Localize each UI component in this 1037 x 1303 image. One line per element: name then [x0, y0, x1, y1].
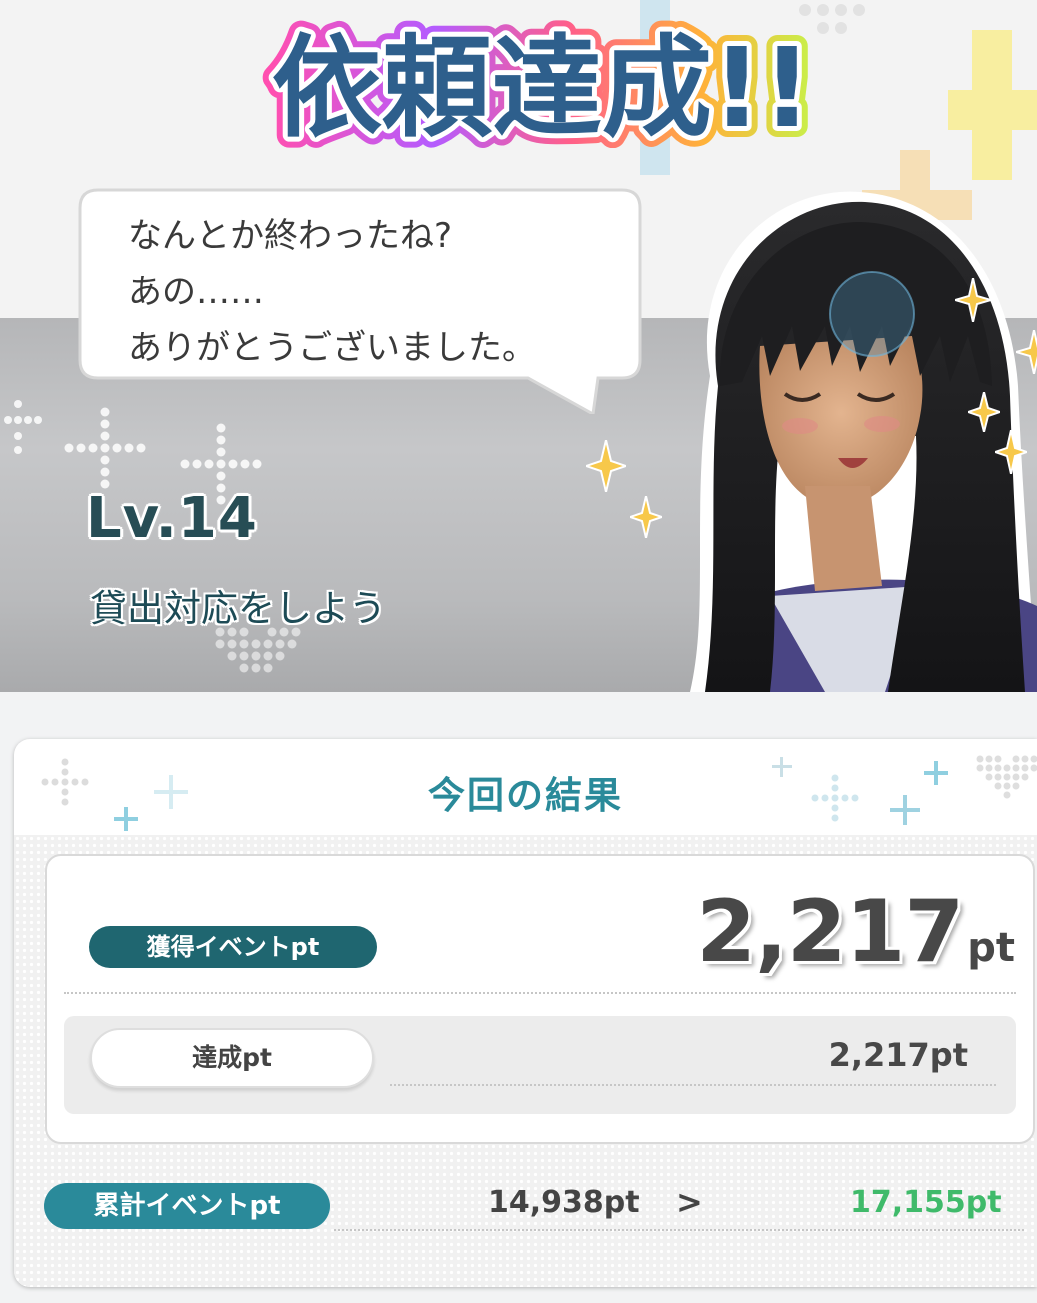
results-card: 獲得イベントpt 2,217 pt 達成pt 2,217pt: [45, 854, 1035, 1144]
banner-title-text: 依頼達成!!: [272, 24, 812, 148]
achievement-pt-value: 2,217pt: [828, 1036, 968, 1074]
dialogue-line: なんとか終わったね?: [128, 216, 453, 256]
divider: [334, 1229, 1024, 1231]
quest-name: 貸出対応をしよう: [90, 587, 386, 630]
total-event-pt-label: 累計イベントpt: [44, 1183, 330, 1229]
results-panel: 今回の結果 獲得イベントpt 2,217 pt 達成pt 2,217pt 累計イベ…: [14, 739, 1037, 1287]
divider: [390, 1084, 996, 1086]
divider: [64, 992, 1016, 994]
sparkle-icon: [955, 278, 991, 322]
achievement-pt-label: 達成pt: [90, 1028, 374, 1088]
sparkle-icon: [630, 496, 662, 538]
decor-dotted-plus-icon: [0, 390, 50, 470]
earned-event-pt: 2,217 pt: [696, 882, 1015, 992]
total-event-pt-after: 17,155pt: [850, 1185, 1002, 1220]
earned-event-pt-unit: pt: [967, 925, 1015, 971]
sparkle-icon: [586, 440, 626, 492]
decor-dotted-plus-icon: [60, 404, 150, 494]
total-arrow: >: [676, 1183, 703, 1221]
earned-event-pt-value: 2,217: [696, 882, 964, 982]
speech-bubble: なんとか終わったね? あの…… ありがとうございました。: [78, 188, 642, 414]
quest-complete-banner: 依頼達成!! 依頼達成!! 依頼達成!!: [261, 13, 823, 163]
total-event-pt-before: 14,938pt: [488, 1185, 640, 1220]
dialogue-line: あの……: [128, 272, 264, 312]
quest-level: Lv.14: [86, 486, 258, 551]
sparkle-icon: [1016, 330, 1037, 374]
scene-area[interactable]: 依頼達成!! 依頼達成!! 依頼達成!! なんとか終わったね? あの…… ありが…: [0, 0, 1037, 692]
character-portrait: [620, 186, 1037, 692]
sparkle-icon: [995, 430, 1027, 474]
sparkle-icon: [968, 392, 1000, 432]
quest-complete-screen: 依頼達成!! 依頼達成!! 依頼達成!! なんとか終わったね? あの…… ありが…: [0, 0, 1037, 1303]
earned-event-pt-label: 獲得イベントpt: [89, 926, 377, 968]
dialogue-line: ありがとうございました。: [128, 328, 536, 368]
achievement-pt-row: 達成pt 2,217pt: [64, 1016, 1016, 1114]
results-title: 今回の結果: [428, 774, 623, 817]
